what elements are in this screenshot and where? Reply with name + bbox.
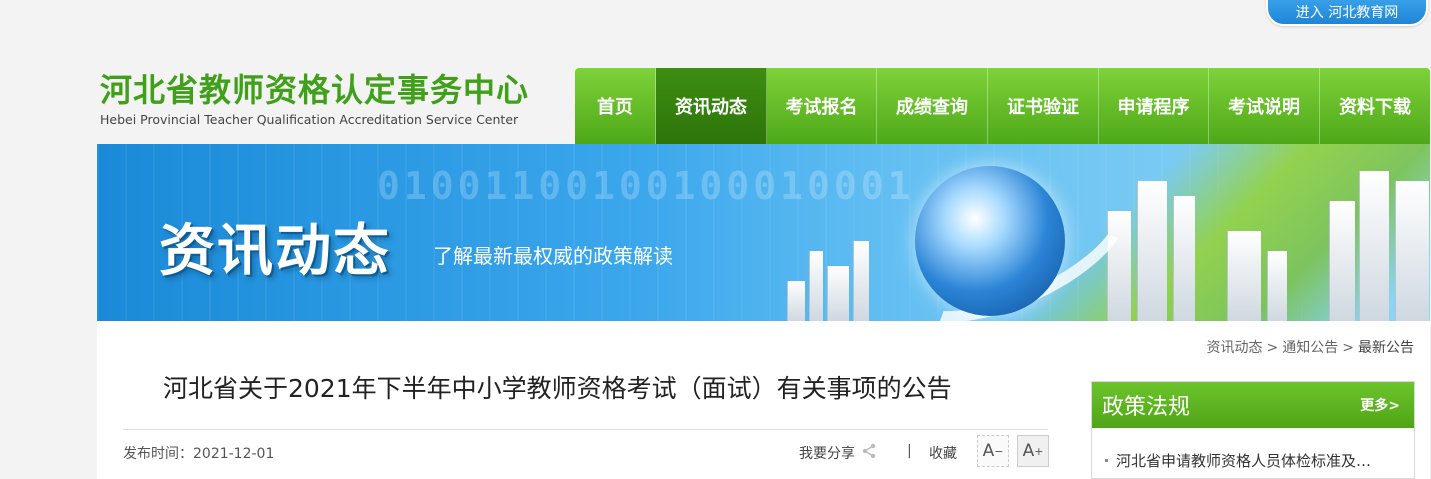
building-image: [853, 241, 869, 321]
share-button[interactable]: 我要分享: [799, 443, 877, 463]
logo-chinese-name: 河北省教师资格认定事务中心: [100, 71, 530, 109]
breadcrumb-separator: >: [1342, 340, 1354, 356]
building-image: [827, 266, 849, 321]
building-image: [1227, 231, 1261, 321]
article-container: 资讯动态 > 通知公告 > 最新公告 河北省关于2021年下半年中小学教师资格考试（面试…: [97, 321, 1430, 479]
building-image: [1137, 181, 1167, 321]
nav-item-news[interactable]: 资讯动态: [656, 68, 767, 144]
policy-panel: 政策法规 更多> 河北省申请教师资格人员体检标准及…: [1091, 381, 1415, 479]
building-image: [1173, 196, 1195, 321]
banner-binary-decoration: 01001100100100010001: [377, 164, 915, 208]
banner-subtitle: 了解最新最权威的政策解读: [433, 244, 673, 268]
collect-button[interactable]: 收藏: [929, 443, 957, 463]
policy-title: 政策法规: [1102, 395, 1191, 420]
site-logo[interactable]: 河北省教师资格认定事务中心 Hebei Provincial Teacher Q…: [100, 70, 540, 127]
breadcrumb-latest[interactable]: 最新公告: [1358, 340, 1414, 356]
nav-item-downloads[interactable]: 资料下载: [1320, 68, 1430, 144]
publish-label: 发布时间：: [123, 446, 193, 462]
breadcrumb-news[interactable]: 资讯动态: [1207, 340, 1263, 356]
banner-title: 资讯动态: [159, 219, 391, 284]
building-image: [1329, 201, 1355, 321]
building-image: [809, 251, 823, 321]
policy-list-item[interactable]: 河北省申请教师资格人员体检标准及…: [1092, 450, 1414, 471]
title-divider: [123, 429, 1048, 430]
breadcrumb: 资讯动态 > 通知公告 > 最新公告: [1207, 337, 1414, 357]
font-decrease-button[interactable]: A −: [977, 435, 1009, 467]
font-increase-label: A: [1022, 441, 1035, 461]
policy-more-link[interactable]: 更多>: [1360, 395, 1400, 415]
logo-english-name: Hebei Provincial Teacher Qualification A…: [100, 112, 519, 127]
building-image: [787, 281, 805, 321]
nav-item-home[interactable]: 首页: [575, 68, 656, 144]
article-title: 河北省关于2021年下半年中小学教师资格考试（面试）有关事项的公告: [163, 374, 952, 403]
font-decrease-label: A: [982, 441, 995, 461]
toolbar-separator: |: [907, 443, 912, 459]
share-icon: [861, 443, 877, 463]
building-image: [1395, 181, 1429, 321]
nav-item-certificate-verify[interactable]: 证书验证: [988, 68, 1099, 144]
font-increase-button[interactable]: A +: [1017, 435, 1049, 467]
news-banner: 01001100100100010001 资讯动态 了解最新最权威的政策解读: [97, 144, 1430, 321]
globe-image: [915, 166, 1065, 316]
breadcrumb-separator: >: [1266, 340, 1279, 356]
nav-item-exam-guide[interactable]: 考试说明: [1209, 68, 1320, 144]
policy-header: 政策法规 更多>: [1092, 382, 1414, 428]
building-image: [1267, 251, 1287, 321]
breadcrumb-notices[interactable]: 通知公告: [1282, 340, 1338, 356]
minus-icon: −: [994, 444, 1004, 458]
nav-item-exam-registration[interactable]: 考试报名: [767, 68, 877, 144]
main-nav: 首页 资讯动态 考试报名 成绩查询 证书验证 申请程序 考试说明 资料下载: [575, 68, 1430, 144]
plus-icon: +: [1034, 444, 1044, 458]
nav-item-application-process[interactable]: 申请程序: [1099, 68, 1209, 144]
building-image: [1359, 171, 1389, 321]
publish-info: 发布时间：2021-12-01: [123, 443, 274, 463]
enter-hebei-education-link[interactable]: 进入 河北教育网: [1266, 0, 1428, 26]
share-label: 我要分享: [799, 446, 855, 462]
nav-item-score-query[interactable]: 成绩查询: [877, 68, 988, 144]
publish-date: 2021-12-01: [193, 446, 275, 462]
